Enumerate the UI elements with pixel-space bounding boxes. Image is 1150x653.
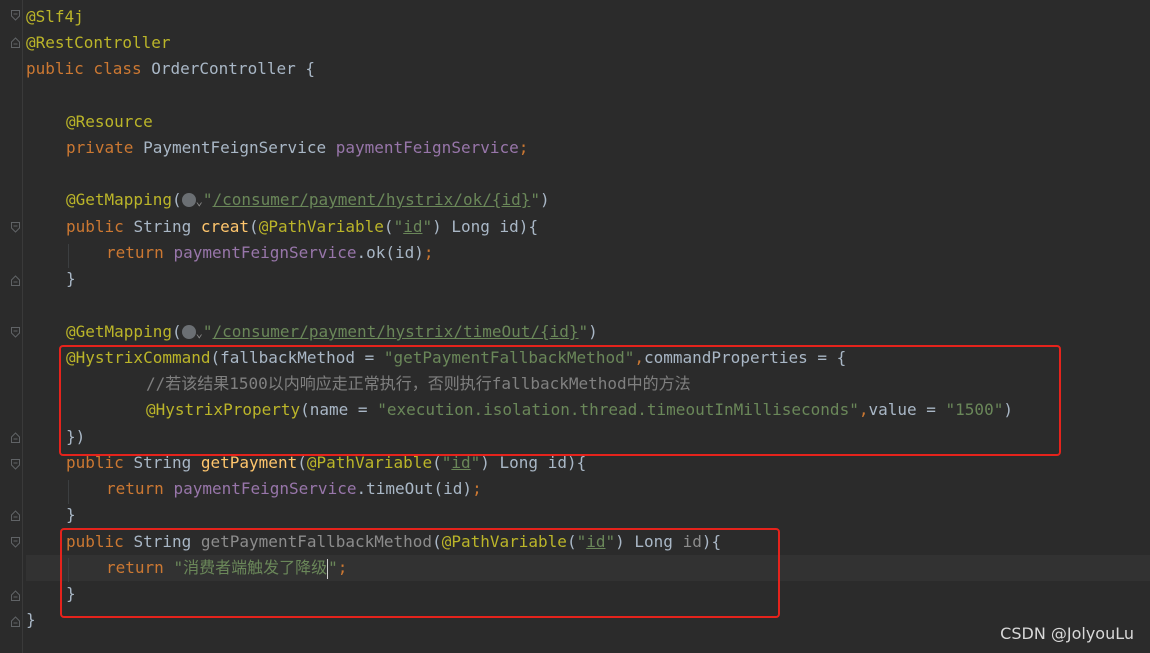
fold-end-icon[interactable] [11,616,20,627]
code-line: @Slf4j [26,7,84,26]
code-line: } [66,269,76,288]
code-line: return paymentFeignService.ok(id); [106,243,434,262]
fold-marker-icon[interactable] [11,10,20,21]
code-line: @GetMapping(⌄"/consumer/payment/hystrix/… [66,190,550,209]
watermark: CSDN @JolyouLu [1000,624,1134,643]
code-line: return paymentFeignService.timeOut(id); [106,479,482,498]
code-line: public String creat(@PathVariable("id") … [66,217,539,236]
web-globe-icon[interactable] [181,193,196,207]
fold-end-icon[interactable] [11,275,20,286]
indent-guide [68,480,69,504]
code-line: @RestController [26,33,171,52]
highlight-box-hystrix-command [59,345,1061,456]
url-link[interactable]: /consumer/payment/hystrix/ok/{id} [212,190,530,209]
url-link[interactable]: /consumer/payment/hystrix/timeOut/{id} [212,322,578,341]
indent-guide [68,244,69,268]
fold-marker-icon[interactable] [11,459,20,470]
fold-end-icon[interactable] [11,37,20,48]
fold-end-icon[interactable] [11,590,20,601]
fold-end-icon[interactable] [11,432,20,443]
fold-marker-icon[interactable] [11,222,20,233]
code-line: } [26,610,36,629]
highlight-box-fallback-method [60,528,780,618]
code-line: @Resource [66,112,153,131]
fold-end-icon[interactable] [11,510,20,521]
gutter-divider [22,0,23,653]
fold-marker-icon[interactable] [11,537,20,548]
fold-marker-icon[interactable] [11,327,20,338]
code-line: public class OrderController { [26,59,315,78]
code-line: } [66,505,76,524]
web-globe-icon[interactable] [181,325,196,339]
code-line: private PaymentFeignService paymentFeign… [66,138,529,157]
code-line: @GetMapping(⌄"/consumer/payment/hystrix/… [66,322,598,341]
chevron-down-icon[interactable]: ⌄ [196,326,203,340]
chevron-down-icon[interactable]: ⌄ [196,194,203,208]
